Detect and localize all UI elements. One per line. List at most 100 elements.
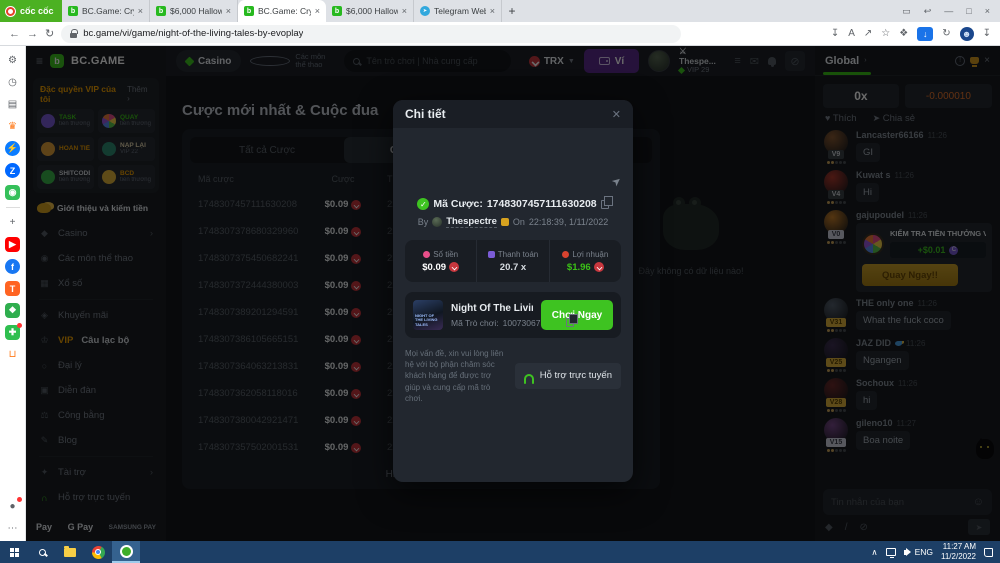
stat-label: Thanh toán xyxy=(498,250,538,259)
games-icon[interactable]: ◉ xyxy=(5,185,20,200)
keyboard-language[interactable]: ENG xyxy=(915,547,933,557)
add-icon[interactable]: + xyxy=(5,215,20,230)
network-icon[interactable] xyxy=(886,548,896,556)
bet-stats: Số tiền $0.09 Thanh toán 20.7 x Lợi nhuậ… xyxy=(405,240,621,282)
share-bet-icon[interactable]: ➤ xyxy=(609,174,624,190)
profile-avatar[interactable]: ☻ xyxy=(960,27,974,41)
garden-icon[interactable]: ❖ xyxy=(5,303,20,318)
history-icon[interactable]: ◷ xyxy=(5,75,20,90)
tab-favicon-icon xyxy=(68,6,78,16)
search-icon xyxy=(39,549,46,556)
minimize-button[interactable]: — xyxy=(944,6,953,16)
tab-title: $6,000 Halloween Slot Battle xyxy=(346,6,398,16)
downloads-icon[interactable]: ↧ xyxy=(983,28,991,39)
stat-icon xyxy=(488,251,495,258)
bet-details-modal: Chi tiết ✕ ➤ ✓ Mã Cược: 1748307457111630… xyxy=(393,100,633,482)
tab-favicon-icon xyxy=(332,6,342,16)
copy-icon[interactable] xyxy=(566,318,574,327)
by-label: By xyxy=(418,217,429,227)
forward-button[interactable]: → xyxy=(27,28,38,40)
browser-tab[interactable]: Telegram Web × xyxy=(414,0,502,22)
stat-label: Số tiền xyxy=(433,250,458,259)
tab-title: Telegram Web xyxy=(434,6,486,16)
desktop: cốc cốc BC.Game: Crypto Casino Gan × $6,… xyxy=(0,0,1000,563)
stat-value: 20.7 x xyxy=(500,262,526,273)
chrome-icon xyxy=(92,546,105,559)
start-button[interactable] xyxy=(0,541,28,563)
tab-close-icon[interactable]: × xyxy=(490,6,495,16)
crown-icon[interactable]: ♛ xyxy=(5,119,20,134)
tab-list: BC.Game: Crypto Casino Gan × $6,000 Hall… xyxy=(62,0,502,22)
game-name: Night Of The Living Tales xyxy=(451,303,533,314)
notifications-icon[interactable]: ● xyxy=(5,499,20,514)
verified-check-icon: ✓ xyxy=(417,198,429,210)
tiki-icon[interactable]: T xyxy=(5,281,20,296)
speaker-icon[interactable] xyxy=(904,550,907,555)
save-page-icon[interactable]: ↧ xyxy=(831,28,839,39)
coccoc-button[interactable] xyxy=(112,541,140,563)
bet-id-label: Mã Cược: xyxy=(433,198,483,210)
taskbar-clock[interactable]: 11:27 AM 11/2/2022 xyxy=(941,542,976,562)
coccoc-logo-icon xyxy=(5,6,16,17)
shield-icon[interactable]: ❖ xyxy=(899,28,908,39)
addressbar-icons: ↧ A ↗ ☆ ❖ ↓ ↻ ☻ ↧ xyxy=(831,27,991,41)
file-explorer-button[interactable] xyxy=(56,541,84,563)
lock-icon xyxy=(70,33,77,38)
new-tab-button[interactable]: + xyxy=(502,0,522,22)
tab-title: $6,000 Halloween Slot Battle xyxy=(170,6,222,16)
reading-list-icon[interactable]: ▤ xyxy=(5,97,20,112)
action-center-icon[interactable] xyxy=(984,548,993,557)
cast-icon[interactable]: ▭ xyxy=(902,6,911,17)
taskbar-search[interactable] xyxy=(28,541,56,563)
divider xyxy=(6,207,20,208)
bet-id-value: 1748307457111630208 xyxy=(487,198,597,210)
facebook-icon[interactable]: f xyxy=(5,259,20,274)
tab-close-icon[interactable]: × xyxy=(402,6,407,16)
share-icon[interactable]: ↗ xyxy=(864,28,872,39)
sync-arrow-icon[interactable]: ↩ xyxy=(924,6,932,17)
stat-label: Lợi nhuận xyxy=(572,250,608,259)
live-support-button[interactable]: Hỗ trợ trực tuyến xyxy=(515,363,621,389)
browser-tab[interactable]: BC.Game: Crypto Casino Gan × xyxy=(238,0,326,22)
youtube-icon[interactable]: ▶ xyxy=(5,237,20,252)
tab-title: BC.Game: Crypto Casino Gan xyxy=(82,6,134,16)
close-modal-icon[interactable]: ✕ xyxy=(612,108,621,121)
cart-icon[interactable]: ⊔ xyxy=(5,347,20,362)
player-name[interactable]: Thespectre xyxy=(446,216,497,228)
browser-tab[interactable]: BC.Game: Crypto Casino Gan × xyxy=(62,0,150,22)
back-button[interactable]: ← xyxy=(9,28,20,40)
coccoc-icon xyxy=(120,545,133,558)
bookmark-star-icon[interactable]: ☆ xyxy=(881,28,890,39)
tab-close-icon[interactable]: × xyxy=(138,6,143,16)
chat-app-icon[interactable]: ✚ xyxy=(5,325,20,340)
on-label: On xyxy=(513,217,525,227)
stat-value: $1.96 xyxy=(567,262,591,273)
player-mini-avatar xyxy=(432,217,442,227)
game-thumbnail[interactable]: NIGHT OF THE LIVING TALES xyxy=(413,300,443,330)
browser-tab[interactable]: $6,000 Halloween Slot Battle × xyxy=(150,0,238,22)
more-icon[interactable]: ⋯ xyxy=(5,521,20,536)
settings-icon[interactable]: ⚙ xyxy=(5,53,20,68)
url-field[interactable]: bc.game/vi/game/night-of-the-living-tale… xyxy=(61,25,681,43)
coccoc-brand[interactable]: cốc cốc xyxy=(0,0,62,22)
close-window-button[interactable]: × xyxy=(985,6,990,16)
chrome-button[interactable] xyxy=(84,541,112,563)
maximize-button[interactable]: □ xyxy=(966,6,971,16)
stat-icon xyxy=(562,251,569,258)
extension-icon[interactable]: ↻ xyxy=(942,28,950,39)
translate-icon[interactable]: A xyxy=(848,28,855,39)
page-url: bc.game/vi/game/night-of-the-living-tale… xyxy=(83,28,303,39)
bet-stat: Số tiền $0.09 xyxy=(405,240,476,282)
reload-button[interactable]: ↻ xyxy=(45,27,54,40)
messenger-icon[interactable]: ⚡ xyxy=(5,141,20,156)
copy-icon[interactable] xyxy=(601,200,609,209)
tray-expand-icon[interactable]: ∧ xyxy=(871,547,877,558)
tab-close-icon[interactable]: × xyxy=(226,6,231,16)
coccoc-brand-label: cốc cốc xyxy=(20,6,54,16)
game-id-label: Mã Trò chơi: xyxy=(451,318,499,328)
zalo-icon[interactable]: Z xyxy=(5,163,20,178)
tab-close-icon[interactable]: × xyxy=(315,6,320,16)
trx-coin-icon xyxy=(594,262,604,272)
browser-tab[interactable]: $6,000 Halloween Slot Battle × xyxy=(326,0,414,22)
download-button[interactable]: ↓ xyxy=(917,27,933,41)
